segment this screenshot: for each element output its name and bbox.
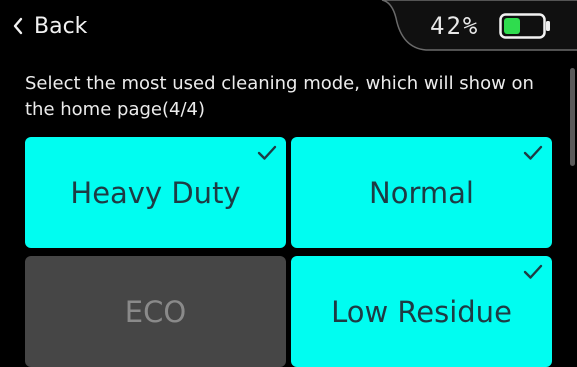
- checkmark-icon: [523, 145, 543, 160]
- scrollbar[interactable]: [570, 68, 575, 166]
- battery-level-fill: [504, 18, 520, 34]
- mode-label: ECO: [124, 294, 187, 329]
- back-label: Back: [34, 13, 88, 39]
- top-bar: Back 42%: [0, 0, 577, 52]
- checkmark-icon: [257, 145, 277, 160]
- mode-label: Heavy Duty: [70, 175, 241, 210]
- mode-card-normal[interactable]: Normal: [291, 137, 552, 248]
- mode-card-low-residue[interactable]: Low Residue: [291, 256, 552, 367]
- mode-card-heavy-duty[interactable]: Heavy Duty: [25, 137, 286, 248]
- mode-selection-prompt: Select the most used cleaning mode, whic…: [25, 73, 534, 120]
- battery-icon: [499, 13, 550, 39]
- mode-label: Normal: [369, 175, 474, 210]
- back-button[interactable]: Back: [12, 9, 87, 43]
- chevron-left-icon: [13, 17, 23, 35]
- battery-percentage: 42%: [430, 12, 480, 40]
- checkmark-icon: [523, 264, 543, 279]
- mode-card-eco[interactable]: ECO: [25, 256, 286, 367]
- mode-label: Low Residue: [331, 294, 512, 329]
- status-panel: 42%: [378, 0, 577, 52]
